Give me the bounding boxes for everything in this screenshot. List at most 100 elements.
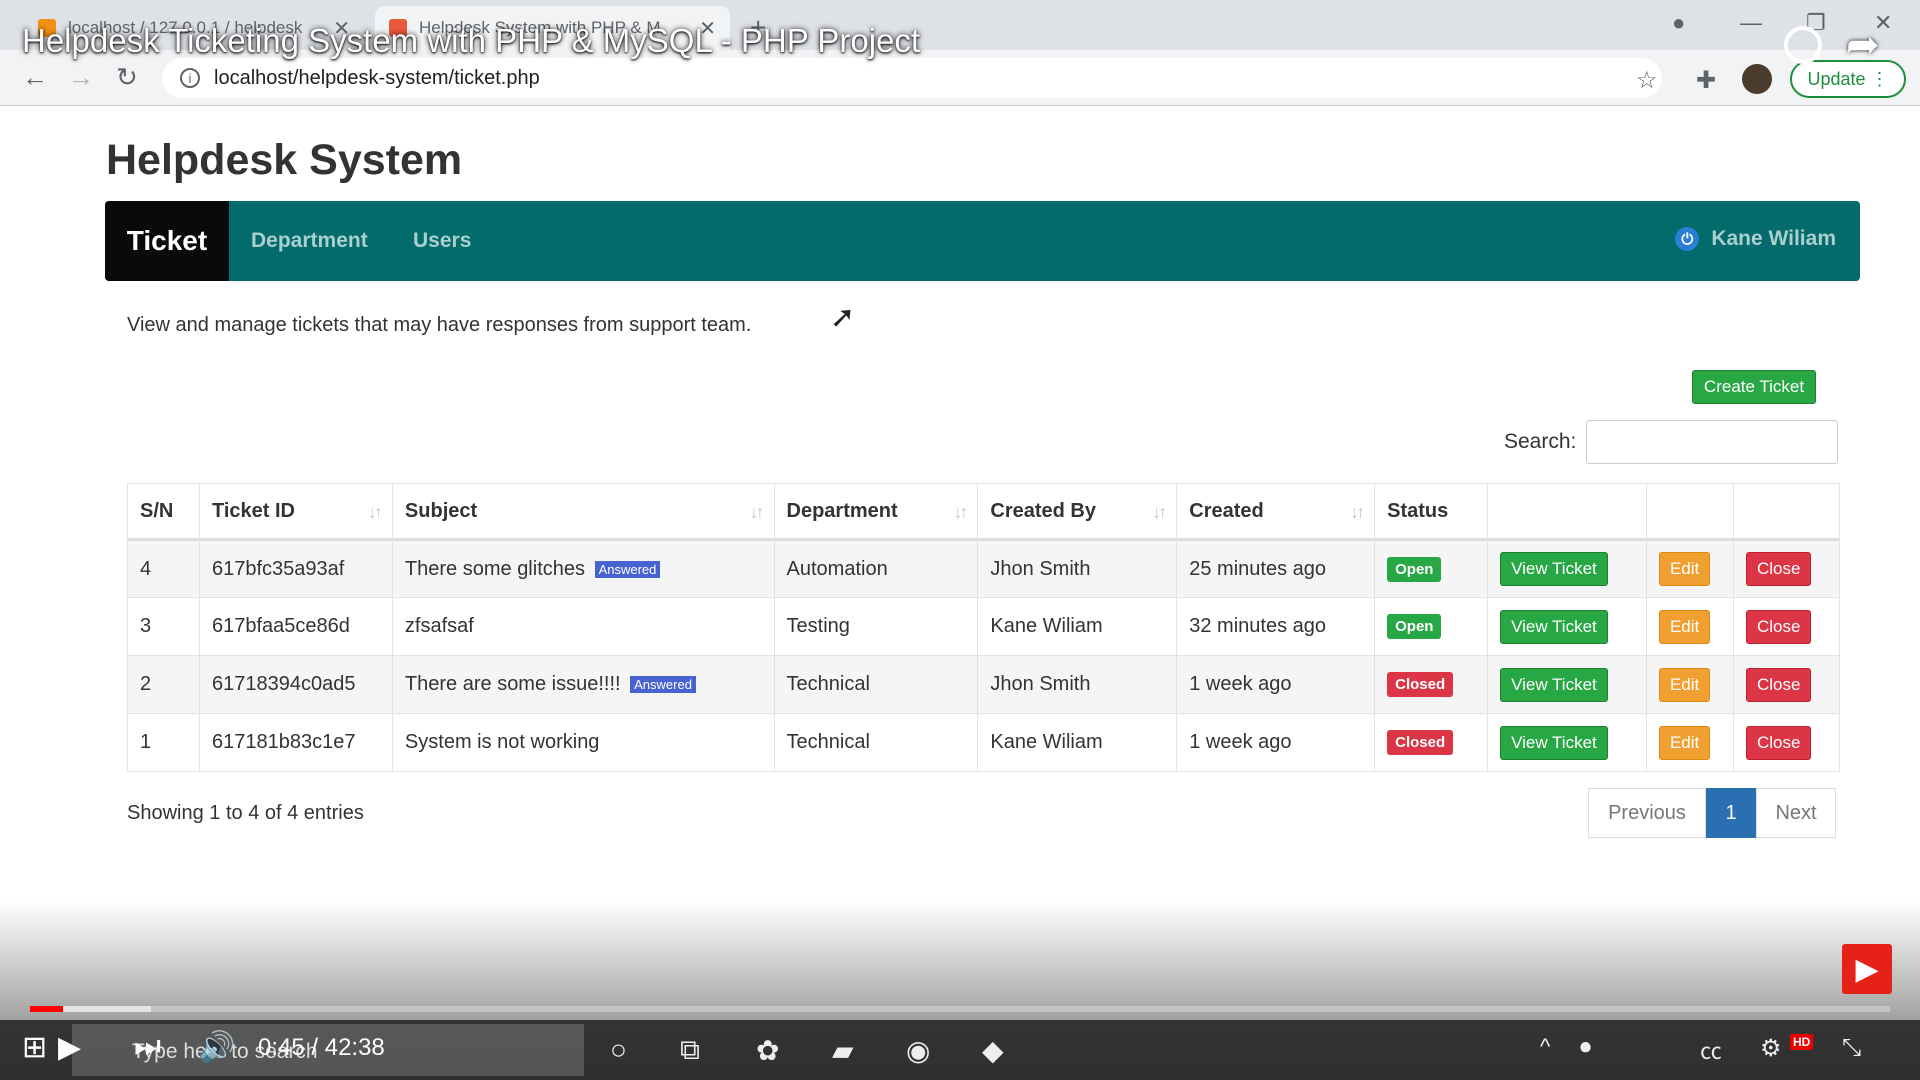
file-explorer-icon[interactable]: ▰ [832, 1034, 854, 1067]
intro-text: View and manage tickets that may have re… [127, 314, 752, 336]
cell-close: Close [1732, 539, 1841, 598]
pagination-previous[interactable]: Previous [1588, 788, 1706, 838]
status-badge: Closed [1387, 730, 1454, 755]
cell-ticket-id: 617181b83c1e7 [198, 713, 393, 772]
tray-chevron-icon[interactable]: ^ [1540, 1034, 1550, 1060]
cell-department: Automation [773, 539, 979, 598]
site-info-icon[interactable]: i [180, 68, 200, 88]
cell-sn: 4 [127, 539, 200, 598]
progress-bar[interactable] [30, 1006, 1890, 1012]
nav-ticket[interactable]: Ticket [105, 201, 229, 281]
navbar: Ticket Department Users ⏻ Kane Wiliam [105, 201, 1860, 281]
cell-edit: Edit [1645, 713, 1734, 772]
col-ticket-id[interactable]: Ticket ID ↓↑ [198, 483, 393, 541]
close-ticket-button[interactable]: Close [1745, 552, 1812, 586]
pagination-page-1[interactable]: 1 [1706, 788, 1756, 838]
close-ticket-button[interactable]: Close [1745, 667, 1812, 702]
cell-created: 1 week ago [1176, 713, 1376, 772]
user-menu[interactable]: ⏻ Kane Wiliam [1675, 227, 1836, 251]
cell-created-by: Jhon Smith [977, 655, 1178, 714]
col-label: Department [786, 499, 898, 522]
view-ticket-button[interactable]: View Ticket [1500, 609, 1608, 644]
subject-text: zfsafsaf [404, 615, 474, 637]
watch-later-icon[interactable] [1784, 26, 1822, 64]
cell-edit: Edit [1645, 655, 1734, 714]
cell-subject: System is not working [391, 713, 775, 772]
profile-menu-icon[interactable]: ● [1672, 10, 1685, 36]
edit-button[interactable]: Edit [1658, 667, 1711, 702]
cell-created-by: Jhon Smith [977, 539, 1178, 598]
sort-icon[interactable]: ↓↑ [953, 502, 968, 523]
profile-avatar[interactable] [1742, 64, 1772, 94]
col-created[interactable]: Created ↓↑ [1176, 483, 1376, 541]
app-icon[interactable]: ✿ [756, 1034, 779, 1067]
task-view-icon[interactable]: ⧉ [680, 1034, 700, 1067]
cell-subject: There are some issue!!!! Answered [391, 655, 775, 714]
edit-button[interactable]: Edit [1658, 725, 1711, 760]
col-action-close [1732, 483, 1841, 541]
close-ticket-button[interactable]: Close [1745, 725, 1812, 760]
back-icon[interactable]: ← [22, 62, 48, 93]
view-ticket-button[interactable]: View Ticket [1500, 552, 1608, 586]
close-ticket-button[interactable]: Close [1745, 609, 1812, 644]
bookmark-star-icon[interactable]: ☆ [1636, 66, 1658, 95]
progress-played [30, 1006, 64, 1012]
reload-icon[interactable]: ↻ [116, 62, 138, 93]
subject-text: There some glitches [404, 557, 585, 580]
cell-edit: Edit [1645, 539, 1734, 598]
cortana-icon[interactable]: ○ [610, 1034, 627, 1066]
cell-close: Close [1732, 655, 1841, 714]
extensions-icon[interactable]: ✚ [1696, 66, 1716, 95]
video-time: 0:45 / 42:38 [258, 1034, 385, 1061]
power-icon: ⏻ [1675, 227, 1700, 251]
edit-button[interactable]: Edit [1658, 552, 1711, 586]
cell-view: View Ticket [1487, 713, 1647, 772]
vscode-icon[interactable]: ◆ [982, 1034, 1004, 1067]
create-ticket-button[interactable]: Create Ticket [1692, 370, 1816, 404]
col-subject[interactable]: Subject ↓↑ [391, 483, 775, 541]
autoplay-toggle-icon[interactable]: ⏺ [1580, 1034, 1591, 1060]
tickets-table: S/N Ticket ID ↓↑ Subject ↓↑ Department ↓↑ C… [127, 483, 1841, 772]
nav-department[interactable]: Department [251, 229, 368, 253]
search-input[interactable] [1586, 420, 1838, 464]
windows-start-icon[interactable]: ⊞ [22, 1030, 47, 1065]
col-status: Status [1374, 483, 1489, 541]
chrome-icon[interactable]: ◉ [906, 1034, 930, 1067]
sort-icon[interactable]: ↓↑ [1350, 502, 1365, 523]
col-action-edit [1645, 483, 1734, 541]
col-label: Subject [404, 499, 478, 522]
sort-icon[interactable]: ↓↑ [368, 502, 383, 523]
col-department[interactable]: Department ↓↑ [773, 483, 979, 541]
col-sn: S/N [127, 483, 200, 541]
mouse-cursor-icon: ➚ [830, 301, 856, 334]
minimize-icon[interactable]: — [1740, 10, 1762, 36]
captions-icon[interactable]: ㏄ [1700, 1034, 1722, 1066]
view-ticket-button[interactable]: View Ticket [1500, 667, 1608, 702]
url-field[interactable]: i localhost/helpdesk-system/ticket.php [162, 58, 1662, 98]
settings-gear-icon[interactable]: ⚙ [1760, 1034, 1782, 1063]
col-label: Created By [990, 499, 1097, 522]
cell-created: 25 minutes ago [1176, 539, 1376, 598]
sort-icon[interactable]: ↓↑ [1152, 502, 1167, 523]
volume-icon[interactable]: 🔊 [198, 1030, 235, 1065]
fullscreen-exit-icon[interactable]: ⤡ [1842, 1034, 1861, 1062]
sort-icon[interactable]: ↓↑ [750, 502, 765, 523]
edit-button[interactable]: Edit [1658, 609, 1711, 644]
col-created-by[interactable]: Created By ↓↑ [977, 483, 1178, 541]
answered-badge: Answered [594, 560, 661, 578]
forward-icon[interactable]: → [68, 62, 94, 93]
cell-created-by: Kane Wiliam [977, 597, 1178, 656]
play-icon[interactable]: ▶ [58, 1030, 81, 1065]
share-icon[interactable]: ➦ [1846, 22, 1880, 68]
cell-subject: zfsafsaf [391, 597, 775, 656]
search-label: Search: [1504, 430, 1577, 453]
cell-status: Closed [1374, 655, 1489, 714]
col-label: Ticket ID [211, 499, 295, 522]
video-title[interactable]: Helpdesk Ticketing System with PHP & MyS… [22, 22, 920, 60]
next-icon[interactable]: ⏭ [134, 1030, 161, 1064]
view-ticket-button[interactable]: View Ticket [1500, 725, 1608, 760]
pagination-next[interactable]: Next [1756, 788, 1836, 838]
nav-users[interactable]: Users [413, 229, 471, 253]
table-row: 3 617bfaa5ce86d zfsafsaf Testing Kane Wiliam… [127, 597, 1841, 656]
subscribe-icon[interactable]: ▶ [1842, 944, 1892, 994]
